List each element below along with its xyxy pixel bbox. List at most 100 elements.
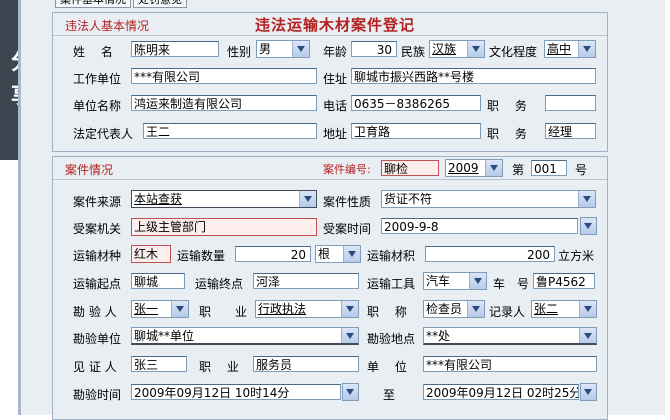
case-no-label: 案件编号:: [323, 163, 371, 176]
violator-info-panel: 违法人基本情况 违法运输木材案件登记 姓 名 陈明来 性别 男 年龄 30 民族…: [52, 12, 608, 152]
itime-input[interactable]: 2009年09月12日 10时14分: [131, 384, 341, 400]
case-info-title: 案件情况: [65, 163, 114, 177]
chevron-down-icon[interactable]: [341, 301, 358, 317]
legal-input[interactable]: 王二: [143, 123, 317, 139]
ethnic-value: 汉族: [432, 42, 457, 56]
source-select[interactable]: 本站查获: [131, 190, 317, 208]
plate-input[interactable]: 鲁P4562: [533, 273, 595, 289]
inspector-select[interactable]: 张一: [131, 300, 189, 318]
hao-label: 号: [575, 163, 588, 177]
case-info-panel: 案件情况 案件编号: 聊检 2009 第 001 号 案件来源 本站查获 案件性…: [52, 156, 608, 420]
vol-unit: 立方米: [558, 249, 595, 263]
source-label: 案件来源: [73, 195, 122, 209]
qty-unit-select[interactable]: 根: [315, 245, 361, 263]
gender-select[interactable]: 男: [256, 40, 310, 58]
source-value: 本站查获: [134, 192, 183, 206]
iunit-select[interactable]: 聊城**单位: [131, 327, 359, 345]
start-input[interactable]: 聊城: [131, 273, 185, 289]
ethnic-select[interactable]: 汉族: [429, 40, 485, 58]
case-year-value: 2009: [448, 161, 479, 175]
chevron-down-icon[interactable]: [485, 160, 502, 176]
name-input[interactable]: 陈明来: [131, 41, 219, 57]
vol-input[interactable]: 200: [425, 246, 555, 262]
edu-select[interactable]: 高中: [544, 40, 596, 58]
nature-value: 货证不符: [384, 192, 433, 206]
chevron-down-icon[interactable]: [467, 41, 484, 57]
chevron-down-icon[interactable]: [343, 384, 358, 400]
inspector-value: 张一: [134, 302, 159, 316]
work-input[interactable]: ***有限公司: [131, 68, 317, 84]
itime-label: 勘验时间: [73, 388, 122, 402]
case-no-input[interactable]: 聊检: [381, 160, 439, 176]
time-picker[interactable]: [580, 217, 597, 235]
chevron-down-icon[interactable]: [578, 41, 595, 57]
time-input[interactable]: 2009-9-8: [381, 218, 578, 234]
job-input[interactable]: [545, 95, 596, 111]
job2-label: 职 务: [487, 127, 527, 141]
ijob-value: 行政执法: [258, 302, 307, 316]
recorder-select[interactable]: 张二: [531, 300, 597, 318]
case-year-select[interactable]: 2009: [445, 159, 503, 177]
wjob-input[interactable]: 服务员: [253, 356, 359, 372]
ititle-select[interactable]: 检查员: [423, 300, 485, 318]
chevron-down-icon[interactable]: [171, 301, 188, 317]
ijob-select[interactable]: 行政执法: [255, 300, 359, 318]
job2-input[interactable]: 经理: [545, 123, 596, 139]
tab-basic-info[interactable]: 案件基本情况: [55, 0, 131, 8]
addr-label: 住址: [323, 72, 348, 86]
iunit-label: 勘验单位: [73, 332, 122, 346]
start-label: 运输起点: [73, 277, 122, 291]
itime-end-input[interactable]: 2009年09月12日 02时25分: [423, 384, 579, 400]
qty-input[interactable]: 20: [235, 246, 311, 262]
chevron-down-icon[interactable]: [579, 328, 596, 343]
edu-value: 高中: [547, 42, 572, 56]
wjob-label: 职 业: [199, 360, 239, 374]
vol-label: 运输材积: [367, 249, 416, 263]
addr-input[interactable]: 聊城市振兴西路**号楼: [351, 68, 596, 84]
wunit-label: 单 位: [367, 360, 407, 374]
witness-input[interactable]: 张三: [131, 356, 187, 372]
gender-label: 性别: [227, 45, 252, 59]
wunit-input[interactable]: ***有限公司: [423, 356, 597, 372]
iplace-select[interactable]: **处: [423, 327, 597, 345]
nature-label: 案件性质: [323, 195, 372, 209]
species-input[interactable]: 红木: [131, 245, 171, 263]
tab-bar: 案件基本情况 处罚意见: [55, 0, 189, 8]
iplace-value: **处: [426, 329, 451, 343]
case-num-input[interactable]: 001: [531, 160, 567, 176]
name-label: 姓 名: [73, 45, 113, 59]
tel-input[interactable]: 0635－8386265: [351, 95, 481, 111]
edu-label: 文化程度: [489, 45, 538, 59]
chevron-down-icon[interactable]: [581, 218, 596, 234]
chevron-down-icon[interactable]: [581, 384, 596, 400]
chevron-down-icon[interactable]: [292, 41, 309, 57]
itime-end-picker[interactable]: [580, 383, 597, 401]
end-input[interactable]: 河泽: [253, 273, 359, 289]
tab-penalty[interactable]: 处罚意见: [133, 0, 187, 8]
itime-picker[interactable]: [342, 383, 359, 401]
chevron-down-icon[interactable]: [579, 301, 596, 317]
chevron-down-icon[interactable]: [467, 301, 484, 317]
age-input[interactable]: 30: [351, 41, 397, 57]
chevron-down-icon[interactable]: [469, 273, 486, 289]
addr2-input[interactable]: 卫育路: [351, 123, 481, 139]
end-label: 运输终点: [195, 277, 244, 291]
iplace-label: 勘验地点: [367, 332, 416, 346]
job-label: 职 务: [487, 99, 527, 113]
to-label: 至: [383, 388, 396, 402]
ethnic-label: 民族: [401, 45, 426, 59]
unit-input[interactable]: 鸿运来制造有限公司: [131, 95, 317, 111]
ijob-label: 职 业: [199, 305, 248, 319]
qty-unit-value: 根: [318, 247, 331, 261]
agency-label: 受案机关: [73, 222, 122, 236]
gender-value: 男: [259, 42, 272, 56]
chevron-down-icon[interactable]: [341, 328, 358, 343]
nature-select[interactable]: 货证不符: [381, 190, 596, 208]
tool-label: 运输工具: [367, 277, 416, 291]
di-label: 第: [512, 163, 525, 177]
chevron-down-icon[interactable]: [299, 191, 316, 207]
tool-select[interactable]: 汽车: [423, 272, 487, 290]
chevron-down-icon[interactable]: [343, 246, 360, 262]
chevron-down-icon[interactable]: [578, 191, 595, 207]
agency-input[interactable]: 上级主管部门: [131, 218, 317, 236]
